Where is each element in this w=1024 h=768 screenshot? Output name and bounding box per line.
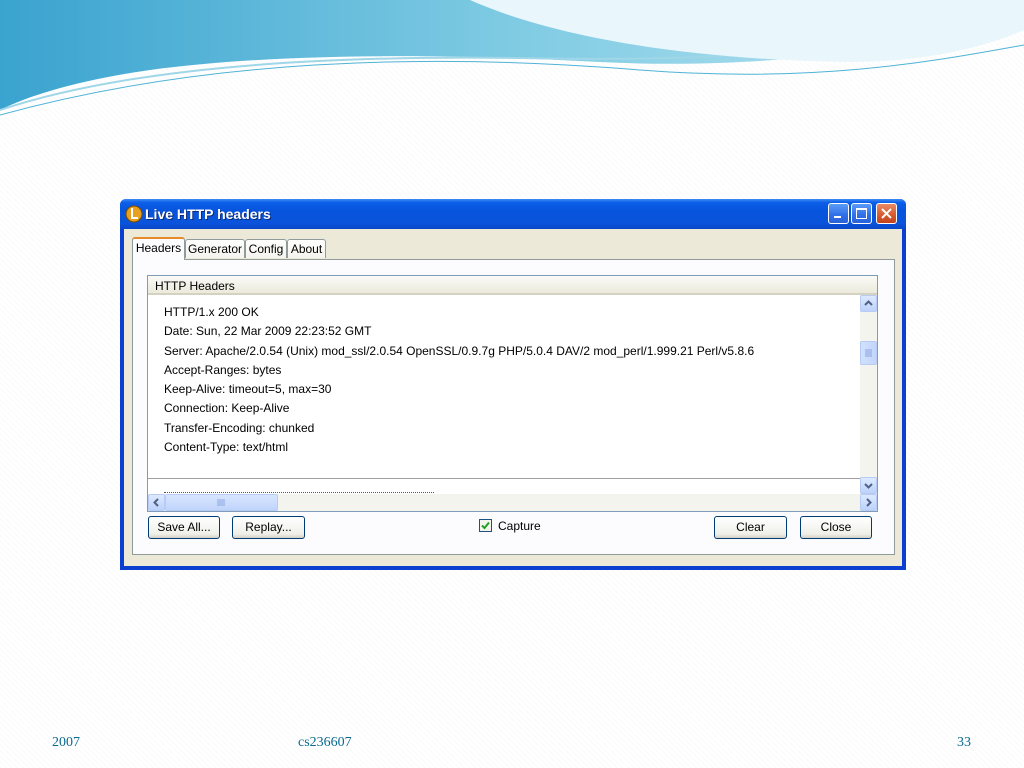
tab-about[interactable]: About (287, 239, 326, 258)
header-line[interactable]: Accept-Ranges: bytes (164, 361, 754, 380)
save-all-button[interactable]: Save All... (148, 516, 220, 539)
scroll-down-button[interactable] (860, 477, 877, 494)
maximize-button[interactable] (851, 203, 872, 224)
tab-config[interactable]: Config (245, 239, 287, 258)
header-line[interactable]: Connection: Keep-Alive (164, 399, 754, 418)
scroll-up-button[interactable] (860, 295, 877, 312)
capture-checkbox[interactable] (479, 519, 492, 532)
entry-separator (148, 478, 860, 479)
http-headers-column-header[interactable]: HTTP Headers (148, 276, 877, 295)
tab-headers[interactable]: Headers (132, 237, 185, 260)
live-http-headers-app-icon (125, 205, 143, 223)
header-line[interactable]: Keep-Alive: timeout=5, max=30 (164, 380, 754, 399)
header-line[interactable]: HTTP/1.x 200 OK (164, 303, 754, 322)
chevron-right-icon (866, 498, 872, 507)
scroll-right-button[interactable] (860, 494, 877, 511)
header-line[interactable]: Content-Type: text/html (164, 438, 754, 457)
checkmark-icon (481, 521, 490, 530)
minimize-icon (834, 216, 841, 218)
slide-wave-decoration (0, 0, 1024, 116)
vertical-scroll-thumb[interactable] (860, 341, 877, 365)
vertical-scrollbar[interactable] (860, 295, 877, 494)
footer-year: 2007 (52, 735, 80, 750)
header-line[interactable]: Server: Apache/2.0.54 (Unix) mod_ssl/2.0… (164, 342, 754, 361)
window-title: Live HTTP headers (145, 206, 271, 222)
close-window-button[interactable] (876, 203, 897, 224)
window-titlebar[interactable]: Live HTTP headers (120, 199, 906, 229)
horizontal-scroll-thumb[interactable] (165, 494, 278, 511)
live-http-headers-window: Live HTTP headers Headers Generator Conf… (120, 199, 906, 570)
headers-tab-panel: HTTP Headers HTTP/1.x 200 OK Date: Sun, … (132, 259, 895, 555)
tab-generator[interactable]: Generator (185, 239, 245, 258)
maximize-icon (856, 208, 867, 219)
footer-course: cs236607 (298, 735, 352, 750)
close-icon (881, 208, 892, 219)
grip-icon (217, 499, 225, 506)
capture-label[interactable]: Capture (498, 519, 541, 533)
chevron-left-icon (153, 498, 159, 507)
header-lines: HTTP/1.x 200 OK Date: Sun, 22 Mar 2009 2… (164, 303, 754, 457)
grip-icon (865, 349, 872, 357)
clear-button[interactable]: Clear (714, 516, 787, 539)
horizontal-scrollbar[interactable] (148, 494, 877, 511)
window-client-area: Headers Generator Config About HTTP Head… (124, 229, 902, 566)
chevron-down-icon (864, 483, 873, 489)
minimize-button[interactable] (828, 203, 849, 224)
header-line[interactable]: Transfer-Encoding: chunked (164, 419, 754, 438)
header-line[interactable]: Date: Sun, 22 Mar 2009 22:23:52 GMT (164, 322, 754, 341)
http-headers-list[interactable]: HTTP Headers HTTP/1.x 200 OK Date: Sun, … (147, 275, 878, 512)
replay-button[interactable]: Replay... (232, 516, 305, 539)
close-button[interactable]: Close (800, 516, 872, 539)
scroll-left-button[interactable] (148, 494, 165, 511)
footer-page-number: 33 (957, 735, 971, 750)
chevron-up-icon (864, 300, 873, 306)
